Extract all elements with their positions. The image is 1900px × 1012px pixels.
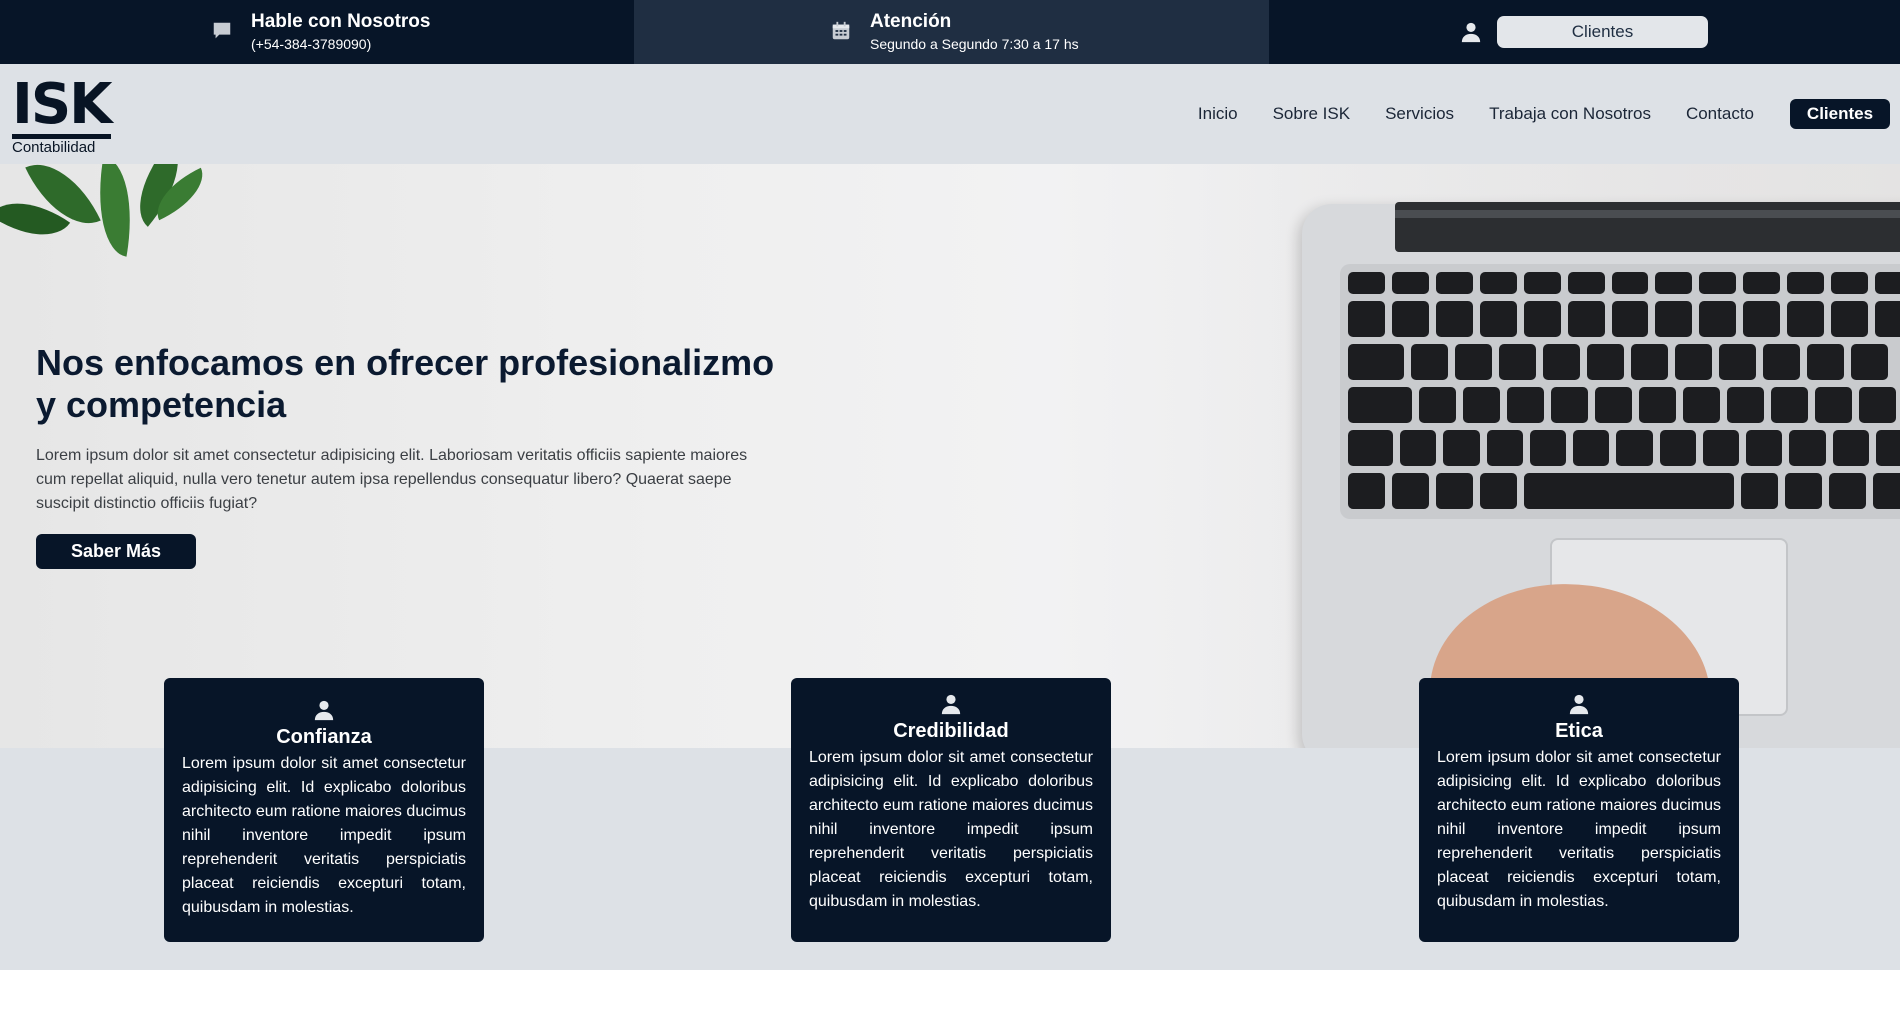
card-title: Confianza xyxy=(276,726,372,748)
logo-tagline: Contabilidad xyxy=(12,139,96,156)
card-text: Lorem ipsum dolor sit amet consectetur a… xyxy=(809,749,1093,910)
logo-mark: ISK xyxy=(12,72,113,139)
logo[interactable]: ISK Contabilidad xyxy=(12,72,113,157)
nav-link-inicio[interactable]: Inicio xyxy=(1198,104,1238,124)
laptop-keyboard xyxy=(1340,264,1900,519)
contact-title: Hable con Nosotros xyxy=(251,11,431,32)
user-icon xyxy=(1461,22,1481,43)
nav-link-servicios[interactable]: Servicios xyxy=(1385,104,1454,124)
user-icon xyxy=(1569,694,1589,715)
card-text: Lorem ipsum dolor sit amet consectetur a… xyxy=(182,755,466,916)
contact-info: Hable con Nosotros (+54-384-3789090) xyxy=(211,10,430,54)
main-navbar: ISK Contabilidad Inicio Sobre ISK Servic… xyxy=(0,64,1900,164)
user-icon xyxy=(314,700,334,721)
card-text: Lorem ipsum dolor sit amet consectetur a… xyxy=(1437,749,1721,910)
nav-link-contacto[interactable]: Contacto xyxy=(1686,104,1754,124)
value-card-credibilidad: Credibilidad Lorem ipsum dolor sit amet … xyxy=(791,678,1111,942)
clients-top-button[interactable]: Clientes xyxy=(1497,16,1708,48)
nav-links: Inicio Sobre ISK Servicios Trabaja con N… xyxy=(1163,64,1900,164)
hours-info: Atención Segundo a Segundo 7:30 a 17 hs xyxy=(830,10,1079,54)
top-info-bar: Hable con Nosotros (+54-384-3789090) Ate… xyxy=(0,0,1900,64)
nav-clients-button[interactable]: Clientes xyxy=(1790,99,1890,129)
hero-title: Nos enfocamos en ofrecer profesionalizmo… xyxy=(36,342,775,425)
saber-mas-button[interactable]: Saber Más xyxy=(36,534,196,569)
nav-link-trabaja[interactable]: Trabaja con Nosotros xyxy=(1489,104,1651,124)
value-card-etica: Etica Lorem ipsum dolor sit amet consect… xyxy=(1419,678,1739,942)
card-title: Credibilidad xyxy=(893,720,1009,742)
chat-icon xyxy=(213,22,231,39)
hours-title: Atención xyxy=(870,11,952,32)
hero-description: Lorem ipsum dolor sit amet consectetur a… xyxy=(36,447,748,512)
value-card-confianza: Confianza Lorem ipsum dolor sit amet con… xyxy=(164,678,484,942)
nav-link-sobre-isk[interactable]: Sobre ISK xyxy=(1273,104,1351,124)
user-icon xyxy=(941,694,961,715)
contact-phone: (+54-384-3789090) xyxy=(251,36,372,52)
hero-section: Nos enfocamos en ofrecer profesionalizmo… xyxy=(0,164,1900,748)
calendar-icon xyxy=(832,21,850,40)
hours-schedule: Segundo a Segundo 7:30 a 17 hs xyxy=(870,36,1079,52)
card-title: Etica xyxy=(1555,720,1603,742)
